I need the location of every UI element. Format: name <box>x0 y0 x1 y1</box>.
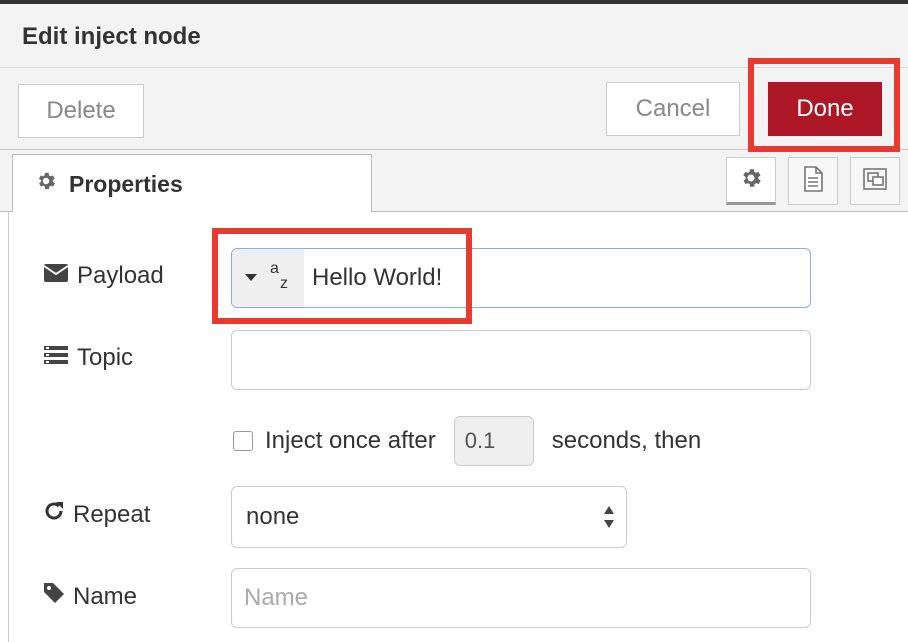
tab-icon-group <box>726 157 900 205</box>
tab-properties-label: Properties <box>69 170 183 197</box>
payload-type-select[interactable]: az <box>232 249 304 307</box>
appearance-tab-button[interactable] <box>850 157 900 205</box>
select-arrows-icon <box>602 503 616 538</box>
caret-down-icon <box>244 269 258 287</box>
dialog-toolbar: Delete Cancel Done <box>0 68 908 150</box>
repeat-label: Repeat <box>73 500 151 528</box>
repeat-icon <box>43 500 65 529</box>
inject-once-row: Inject once after 0.1 seconds, then <box>233 416 701 466</box>
name-row-label: Name <box>43 582 137 611</box>
properties-tab-button[interactable] <box>726 157 776 205</box>
description-tab-button[interactable] <box>788 157 838 205</box>
tab-properties[interactable]: Properties <box>12 154 372 213</box>
payload-value: Hello World! <box>312 264 443 291</box>
topic-label: Topic <box>77 344 134 371</box>
dialog-header: Edit inject node <box>0 4 908 68</box>
svg-text:a: a <box>270 261 279 277</box>
properties-panel: Payload az Hello World! Topic Inject onc… <box>8 212 908 642</box>
inject-once-checkbox[interactable] <box>233 431 253 451</box>
gear-icon <box>739 166 763 195</box>
delete-button[interactable]: Delete <box>18 84 144 138</box>
payload-label: Payload <box>77 262 164 289</box>
repeat-select-value: none <box>246 503 300 530</box>
name-label: Name <box>73 582 138 610</box>
string-type-icon: az <box>268 260 292 296</box>
repeat-select[interactable]: none <box>231 486 627 548</box>
inject-delay-input[interactable]: 0.1 <box>453 416 534 466</box>
cancel-button[interactable]: Cancel <box>606 82 740 136</box>
inject-once-label: Inject once after <box>265 427 436 454</box>
tab-bar: Properties <box>0 150 908 213</box>
inject-once-suffix: seconds, then <box>551 427 702 454</box>
payload-input[interactable]: az Hello World! <box>231 248 811 308</box>
list-icon <box>43 344 69 372</box>
gear-icon <box>35 170 57 198</box>
payload-row-label: Payload <box>43 262 164 290</box>
topic-row-label: Topic <box>43 344 133 372</box>
envelope-icon <box>43 262 69 290</box>
topic-input[interactable] <box>231 330 811 390</box>
done-button[interactable]: Done <box>768 82 882 136</box>
name-input[interactable]: Name <box>231 568 811 628</box>
svg-text:z: z <box>280 275 288 291</box>
document-icon <box>802 165 824 197</box>
frame-icon <box>862 167 888 196</box>
dialog-title: Edit inject node <box>22 23 201 50</box>
tag-icon <box>43 582 65 611</box>
repeat-row-label: Repeat <box>43 500 150 529</box>
